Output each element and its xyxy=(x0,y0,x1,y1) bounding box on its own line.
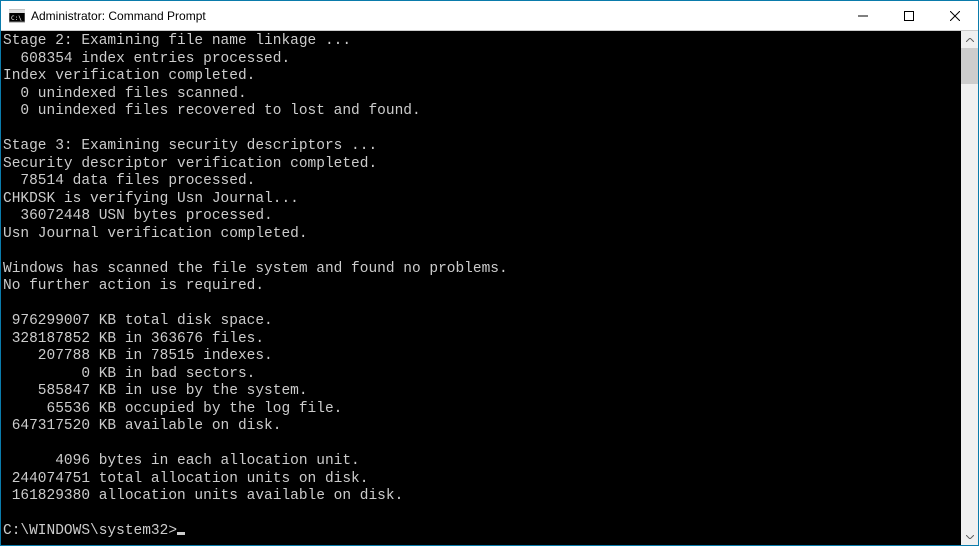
window-title: Administrator: Command Prompt xyxy=(31,9,840,23)
output-line: 0 unindexed files recovered to lost and … xyxy=(3,103,421,119)
output-line: 976299007 KB total disk space. xyxy=(3,313,273,329)
output-line: 647317520 KB available on disk. xyxy=(3,418,281,434)
vertical-scrollbar[interactable] xyxy=(961,31,978,545)
output-line: 244074751 total allocation units on disk… xyxy=(3,471,368,487)
output-line: 585847 KB in use by the system. xyxy=(3,383,308,399)
maximize-button[interactable] xyxy=(886,1,932,30)
output-line: CHKDSK is verifying Usn Journal... xyxy=(3,191,299,207)
output-line: Windows has scanned the file system and … xyxy=(3,261,508,277)
prompt: C:\WINDOWS\system32> xyxy=(3,523,177,539)
minimize-button[interactable] xyxy=(840,1,886,30)
cursor xyxy=(177,532,185,535)
output-line: 4096 bytes in each allocation unit. xyxy=(3,453,360,469)
output-line: 0 unindexed files scanned. xyxy=(3,86,247,102)
terminal-output[interactable]: Stage 2: Examining file name linkage ...… xyxy=(1,31,961,545)
output-line: 36072448 USN bytes processed. xyxy=(3,208,273,224)
output-line: Stage 3: Examining security descriptors … xyxy=(3,138,377,154)
output-line: Usn Journal verification completed. xyxy=(3,226,308,242)
terminal-area: Stage 2: Examining file name linkage ...… xyxy=(1,31,978,545)
output-line: Stage 2: Examining file name linkage ... xyxy=(3,33,351,49)
output-line: 608354 index entries processed. xyxy=(3,51,290,67)
cmd-icon: C:\ xyxy=(9,8,25,24)
output-line: 78514 data files processed. xyxy=(3,173,255,189)
scroll-thumb[interactable] xyxy=(961,48,978,84)
output-line: Security descriptor verification complet… xyxy=(3,156,377,172)
output-line: No further action is required. xyxy=(3,278,264,294)
scroll-up-button[interactable] xyxy=(961,31,978,48)
command-prompt-window: C:\ Administrator: Command Prompt Stage … xyxy=(0,0,979,546)
output-line: 65536 KB occupied by the log file. xyxy=(3,401,342,417)
output-line: Index verification completed. xyxy=(3,68,255,84)
window-controls xyxy=(840,1,978,30)
scroll-down-button[interactable] xyxy=(961,528,978,545)
close-button[interactable] xyxy=(932,1,978,30)
svg-text:C:\: C:\ xyxy=(11,15,22,22)
output-line: 0 KB in bad sectors. xyxy=(3,366,255,382)
output-line: 207788 KB in 78515 indexes. xyxy=(3,348,273,364)
titlebar[interactable]: C:\ Administrator: Command Prompt xyxy=(1,1,978,31)
output-line: 161829380 allocation units available on … xyxy=(3,488,403,504)
output-line: 328187852 KB in 363676 files. xyxy=(3,331,264,347)
